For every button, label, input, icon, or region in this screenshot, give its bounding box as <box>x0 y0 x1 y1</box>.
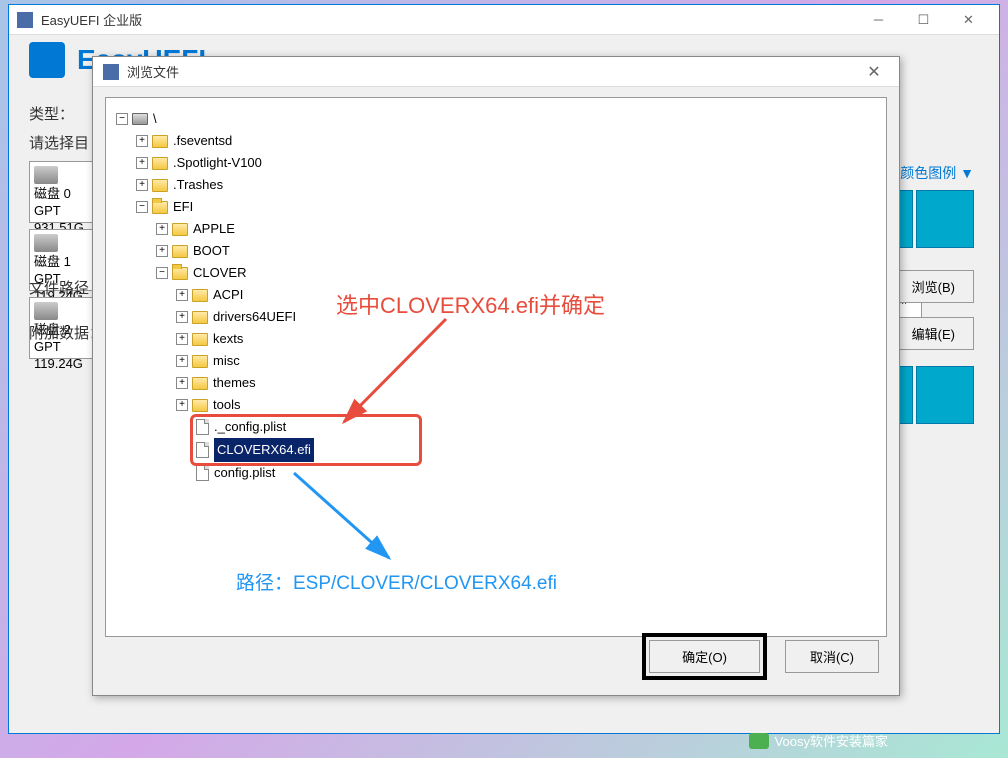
close-button[interactable]: ✕ <box>946 5 991 35</box>
app-icon <box>17 12 33 28</box>
folder-icon <box>152 135 168 148</box>
file-icon <box>196 419 209 435</box>
expand-icon[interactable]: + <box>156 223 168 235</box>
dialog-titlebar: 浏览文件 ✕ <box>93 57 899 87</box>
expand-icon[interactable]: + <box>176 311 188 323</box>
file-icon <box>196 465 209 481</box>
tree-file-config[interactable]: config.plist <box>116 462 876 484</box>
folder-icon <box>192 333 208 346</box>
annotation-select-text: 选中CLOVERX64.efi并确定 <box>336 288 605 320</box>
dialog-buttons: 确定(O) 取消(C) <box>642 633 879 680</box>
expand-icon[interactable]: + <box>136 135 148 147</box>
expand-icon[interactable]: + <box>136 179 148 191</box>
folder-icon <box>152 179 168 192</box>
tree-folder-misc[interactable]: +misc <box>116 350 876 372</box>
folder-icon <box>192 289 208 302</box>
tree-folder-efi[interactable]: −EFI <box>116 196 876 218</box>
browse-button[interactable]: 浏览(B) <box>893 270 974 303</box>
tree-folder-boot[interactable]: +BOOT <box>116 240 876 262</box>
tree-folder-tools[interactable]: +tools <box>116 394 876 416</box>
tree-folder-apple[interactable]: +APPLE <box>116 218 876 240</box>
expand-icon[interactable]: + <box>176 355 188 367</box>
edit-button[interactable]: 编辑(E) <box>893 317 974 350</box>
partition-box[interactable] <box>916 366 974 424</box>
expand-icon[interactable]: + <box>176 333 188 345</box>
tree-file-cloverx64[interactable]: CLOVERX64.efi <box>116 438 876 462</box>
app-logo <box>29 42 65 78</box>
folder-open-icon <box>152 201 168 214</box>
expand-icon[interactable]: + <box>176 377 188 389</box>
folder-icon <box>152 157 168 170</box>
drive-icon <box>132 113 148 125</box>
expand-icon[interactable]: + <box>136 157 148 169</box>
folder-icon <box>192 355 208 368</box>
expand-icon[interactable]: + <box>156 245 168 257</box>
expand-icon[interactable]: + <box>176 289 188 301</box>
collapse-icon[interactable]: − <box>156 267 168 279</box>
tree-folder-clover[interactable]: −CLOVER <box>116 262 876 284</box>
window-controls: ─ ☐ ✕ <box>856 5 991 35</box>
main-titlebar: EasyUEFI 企业版 ─ ☐ ✕ <box>9 5 999 35</box>
tree-folder-trashes[interactable]: +.Trashes <box>116 174 876 196</box>
ok-button[interactable]: 确定(O) <box>649 640 760 673</box>
maximize-button[interactable]: ☐ <box>901 5 946 35</box>
minimize-button[interactable]: ─ <box>856 5 901 35</box>
disk-icon <box>34 166 58 184</box>
file-tree[interactable]: −\ +.fseventsd +.Spotlight-V100 +.Trashe… <box>105 97 887 637</box>
collapse-icon[interactable]: − <box>116 113 128 125</box>
disk-item-0[interactable]: 磁盘 0 GPT 931.51G <box>29 161 101 223</box>
cancel-button[interactable]: 取消(C) <box>785 640 879 673</box>
tree-folder-spotlight[interactable]: +.Spotlight-V100 <box>116 152 876 174</box>
annotation-path-text: 路径：ESP/CLOVER/CLOVERX64.efi <box>236 568 557 595</box>
tree-folder-fseventsd[interactable]: +.fseventsd <box>116 130 876 152</box>
collapse-icon[interactable]: − <box>136 201 148 213</box>
dialog-close-button[interactable]: ✕ <box>859 62 889 82</box>
tree-file-config-hidden[interactable]: ._config.plist <box>116 416 876 438</box>
tree-root[interactable]: −\ <box>116 108 876 130</box>
partition-box[interactable] <box>916 190 974 248</box>
annotation-highlight-ok: 确定(O) <box>642 633 767 680</box>
dialog-icon <box>103 64 119 80</box>
tree-folder-kexts[interactable]: +kexts <box>116 328 876 350</box>
file-icon <box>196 442 209 458</box>
folder-open-icon <box>172 267 188 280</box>
watermark: Voosy软件安装篇家 <box>749 731 888 750</box>
expand-icon[interactable]: + <box>176 399 188 411</box>
dialog-title: 浏览文件 <box>127 62 859 81</box>
browse-file-dialog: 浏览文件 ✕ −\ +.fseventsd +.Spotlight-V100 +… <box>92 56 900 696</box>
wechat-icon <box>749 733 769 749</box>
folder-icon <box>192 377 208 390</box>
folder-icon <box>172 223 188 236</box>
folder-icon <box>192 399 208 412</box>
folder-icon <box>192 311 208 324</box>
folder-icon <box>172 245 188 258</box>
disk-icon <box>34 234 58 252</box>
tree-folder-themes[interactable]: +themes <box>116 372 876 394</box>
color-legend-link[interactable]: 颜色图例 ▼ <box>900 163 974 183</box>
window-title: EasyUEFI 企业版 <box>41 10 856 29</box>
